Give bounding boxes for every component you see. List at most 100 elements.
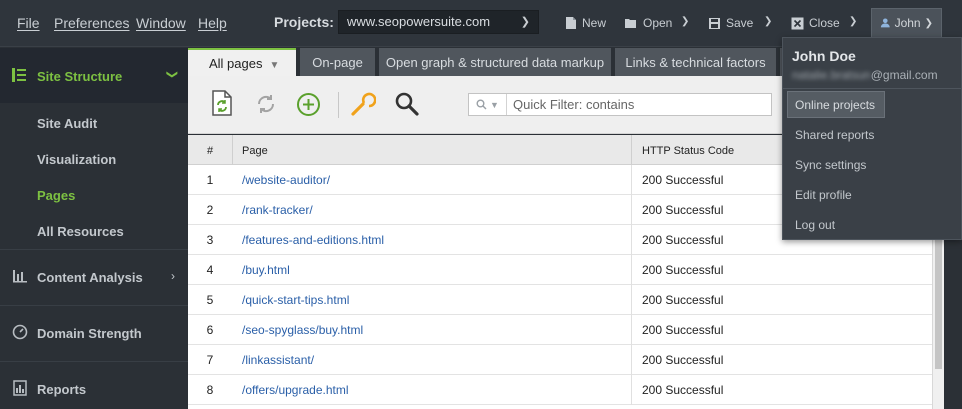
chevron-down-icon: ❯ bbox=[166, 69, 179, 80]
sidebar-section-label: Reports bbox=[37, 382, 87, 397]
http-status: 200 Successful bbox=[642, 383, 724, 397]
user-email-hidden-part: natalie.bratsun bbox=[792, 68, 871, 82]
new-button[interactable]: New bbox=[565, 13, 606, 33]
sidebar-item-site-audit[interactable]: Site Audit bbox=[37, 116, 97, 131]
menu-help[interactable]: Help bbox=[198, 15, 227, 31]
quick-filter-input[interactable] bbox=[507, 97, 747, 112]
close-button-label: Close bbox=[809, 16, 840, 30]
close-dropdown-chevron-icon[interactable]: ❯ bbox=[849, 16, 857, 27]
page-link[interactable]: /buy.html bbox=[242, 263, 290, 277]
sidebar-item-visualization[interactable]: Visualization bbox=[37, 152, 116, 167]
http-status: 200 Successful bbox=[642, 323, 724, 337]
project-select-value: www.seopowersuite.com bbox=[347, 14, 491, 29]
tab-all-pages[interactable]: All pages ▼ bbox=[188, 48, 296, 76]
table-row[interactable]: 7/linkassistant/200 Successful bbox=[188, 345, 932, 375]
content-analysis-icon bbox=[13, 270, 27, 283]
refresh-page-icon[interactable] bbox=[212, 90, 232, 116]
table-row[interactable]: 6/seo-spyglass/buy.html 200 Successful bbox=[188, 315, 932, 345]
page-link[interactable]: /seo-spyglass/buy.html bbox=[242, 323, 363, 337]
table-row[interactable]: 4/buy.html 200 Successful bbox=[188, 255, 932, 285]
menu-preferences[interactable]: Preferences bbox=[54, 15, 129, 31]
folder-icon bbox=[625, 19, 636, 28]
column-header-http-status[interactable]: HTTP Status Code bbox=[642, 135, 734, 165]
menu-item-sync-settings[interactable]: Sync settings bbox=[787, 151, 957, 178]
http-status: 200 Successful bbox=[642, 353, 724, 367]
column-divider bbox=[631, 255, 632, 285]
column-divider bbox=[631, 375, 632, 405]
app-window: File Preferences Window Help Projects: w… bbox=[0, 0, 962, 409]
column-header-number[interactable]: # bbox=[188, 135, 232, 165]
column-divider bbox=[232, 135, 233, 165]
http-status: 200 Successful bbox=[642, 263, 724, 277]
page-link[interactable]: /quick-start-tips.html bbox=[242, 293, 349, 307]
wrench-icon[interactable] bbox=[350, 91, 376, 117]
open-button[interactable]: Open bbox=[624, 13, 672, 33]
page-link[interactable]: /linkassistant/ bbox=[242, 353, 314, 367]
row-number: 8 bbox=[206, 383, 214, 397]
save-dropdown-chevron-icon[interactable]: ❯ bbox=[764, 16, 772, 27]
row-number: 6 bbox=[206, 323, 214, 337]
row-number: 3 bbox=[206, 233, 214, 247]
menu-file[interactable]: File bbox=[17, 15, 40, 31]
http-status: 200 Successful bbox=[642, 173, 724, 187]
http-status: 200 Successful bbox=[642, 233, 724, 247]
open-dropdown-chevron-icon[interactable]: ❯ bbox=[681, 16, 689, 27]
chevron-down-icon: ❯ bbox=[520, 16, 530, 28]
tab-open-graph[interactable]: Open graph & structured data markup bbox=[379, 48, 611, 76]
rebuild-icon[interactable] bbox=[255, 93, 277, 115]
sidebar-item-all-resources[interactable]: All Resources bbox=[37, 224, 124, 239]
tab-links-technical[interactable]: Links & technical factors bbox=[615, 48, 776, 76]
save-button-label: Save bbox=[726, 16, 754, 30]
column-divider bbox=[631, 225, 632, 255]
search-icon bbox=[476, 99, 487, 110]
projects-label: Projects: bbox=[274, 14, 334, 30]
user-name-label: John bbox=[894, 16, 921, 30]
page-link[interactable]: /features-and-editions.html bbox=[242, 233, 384, 247]
chevron-down-icon: ▼ bbox=[490, 99, 499, 110]
user-full-name: John Doe bbox=[792, 48, 856, 64]
chevron-down-icon: ▼ bbox=[269, 60, 280, 71]
open-button-label: Open bbox=[643, 16, 673, 30]
tab-label: All pages bbox=[209, 56, 263, 71]
close-button[interactable]: Close bbox=[791, 13, 840, 33]
page-link[interactable]: /website-auditor/ bbox=[242, 173, 330, 187]
save-button[interactable]: Save bbox=[708, 13, 753, 33]
menu-item-edit-profile[interactable]: Edit profile bbox=[787, 181, 957, 208]
close-icon bbox=[791, 17, 804, 29]
floppy-disk-icon bbox=[709, 17, 720, 29]
add-icon[interactable] bbox=[296, 92, 321, 117]
user-menu-button[interactable]: John ❯ bbox=[871, 8, 942, 38]
row-number: 7 bbox=[206, 353, 214, 367]
sidebar-item-pages[interactable]: Pages bbox=[37, 188, 75, 203]
menu-item-online-projects[interactable]: Online projects bbox=[787, 91, 885, 118]
project-select[interactable]: www.seopowersuite.com ❯ bbox=[338, 10, 539, 34]
column-divider bbox=[631, 195, 632, 225]
column-header-page[interactable]: Page bbox=[242, 135, 268, 165]
filter-options-icon[interactable]: ▼ bbox=[469, 94, 507, 115]
chevron-down-icon: ❯ bbox=[924, 17, 933, 29]
menu-item-log-out[interactable]: Log out bbox=[787, 211, 957, 238]
row-number: 4 bbox=[206, 263, 214, 277]
sidebar-section-content-analysis[interactable]: Content Analysis › bbox=[0, 250, 188, 305]
sidebar: Site Structure ❯ Site Audit Visualizatio… bbox=[0, 48, 188, 409]
sidebar-section-reports[interactable]: Reports bbox=[0, 362, 188, 409]
user-email: natalie.bratsun@gmail.com bbox=[792, 68, 938, 82]
table-row[interactable]: 8/offers/upgrade.html 200 Successful bbox=[188, 375, 932, 405]
menu-item-shared-reports[interactable]: Shared reports bbox=[787, 121, 957, 148]
user-icon bbox=[880, 18, 890, 28]
reports-icon bbox=[13, 380, 27, 396]
column-divider bbox=[631, 135, 632, 165]
sidebar-section-domain-strength[interactable]: Domain Strength bbox=[0, 306, 188, 361]
page-link[interactable]: /rank-tracker/ bbox=[242, 203, 313, 217]
divider bbox=[783, 88, 961, 89]
page-link[interactable]: /offers/upgrade.html bbox=[242, 383, 349, 397]
search-icon[interactable] bbox=[394, 91, 420, 117]
column-divider bbox=[631, 165, 632, 195]
menu-window[interactable]: Window bbox=[136, 15, 186, 31]
site-structure-icon bbox=[12, 68, 26, 82]
table-row[interactable]: 5/quick-start-tips.html 200 Successful bbox=[188, 285, 932, 315]
quick-filter[interactable]: ▼ bbox=[468, 93, 772, 116]
tab-on-page[interactable]: On-page bbox=[300, 48, 375, 76]
sidebar-section-site-structure[interactable]: Site Structure ❯ bbox=[0, 48, 188, 103]
http-status: 200 Successful bbox=[642, 203, 724, 217]
